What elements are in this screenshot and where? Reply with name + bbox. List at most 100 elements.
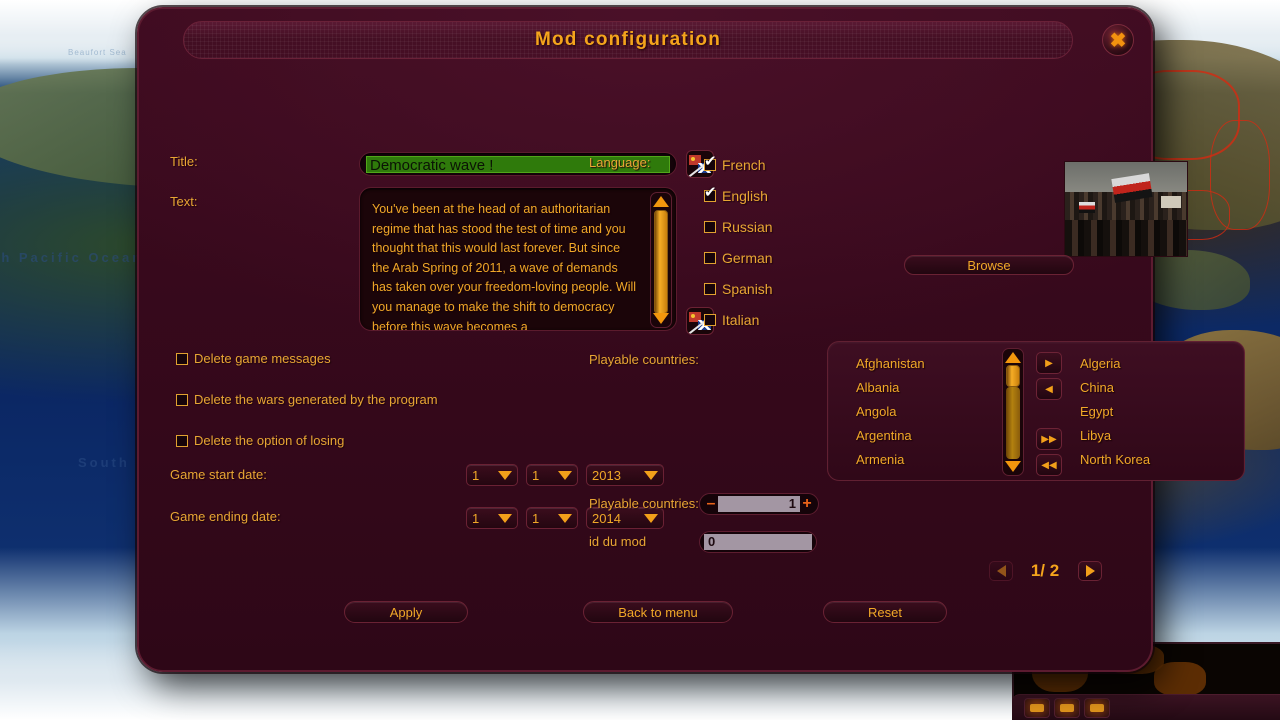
preview-flag-small bbox=[1079, 202, 1095, 213]
language-label-italian: Italian bbox=[722, 311, 760, 328]
start-date-year-select[interactable]: 2013 bbox=[586, 464, 664, 486]
countries-scrollbar[interactable] bbox=[1002, 348, 1024, 476]
chevron-down-icon bbox=[558, 470, 572, 480]
chevron-down-icon bbox=[644, 513, 658, 523]
chevron-down-icon bbox=[644, 470, 658, 480]
list-item[interactable]: North Korea bbox=[1080, 448, 1150, 472]
language-checkbox-french[interactable] bbox=[704, 154, 717, 171]
decrement-button[interactable]: – bbox=[704, 496, 718, 512]
option-checkbox-2[interactable] bbox=[176, 434, 188, 447]
title-field-label: Title: bbox=[170, 154, 198, 169]
mod-image-preview[interactable] bbox=[1064, 161, 1188, 257]
back-to-menu-button-label: Back to menu bbox=[618, 604, 698, 620]
language-label: Language: bbox=[589, 155, 651, 170]
list-item[interactable]: Egypt bbox=[1080, 400, 1150, 424]
arrow-left-icon[interactable]: ◀ bbox=[1036, 378, 1062, 400]
page-indicator: 1/ 2 bbox=[1030, 561, 1060, 580]
countries-scroll-thumb[interactable] bbox=[1006, 365, 1020, 387]
list-item[interactable]: Armenia bbox=[856, 448, 925, 472]
mod-configuration-dialog: Mod configuration ✖ Title: Democratic wa… bbox=[137, 7, 1245, 672]
option-row-0[interactable]: Delete game messages bbox=[176, 351, 438, 366]
language-row-spanish[interactable]: Spanish bbox=[704, 273, 773, 304]
playable-count-label: Playable countries: bbox=[589, 496, 699, 511]
end-date-month-select[interactable]: 1 bbox=[526, 507, 578, 529]
list-item[interactable]: Albania bbox=[856, 376, 925, 400]
hud-icon-economy[interactable] bbox=[1054, 697, 1080, 718]
border-overlay-far-east bbox=[1210, 120, 1270, 230]
list-item[interactable]: Libya bbox=[1080, 424, 1150, 448]
list-item[interactable]: Afghanistan bbox=[856, 352, 925, 376]
countries-scroll-track-fill bbox=[1006, 387, 1020, 459]
option-label-0: Delete game messages bbox=[194, 351, 331, 366]
language-checkbox-russian[interactable] bbox=[704, 220, 716, 233]
start-date-label: Game start date: bbox=[170, 467, 267, 482]
hud-icon-military[interactable] bbox=[1084, 697, 1110, 718]
list-item[interactable]: Algeria bbox=[1080, 352, 1150, 376]
language-label-spanish: Spanish bbox=[722, 280, 773, 297]
page-prev-button[interactable] bbox=[989, 561, 1013, 581]
language-row-italian[interactable]: Italian bbox=[704, 304, 773, 335]
hud-icon-alerts[interactable] bbox=[1024, 697, 1050, 718]
mod-id-value[interactable]: 0 bbox=[704, 534, 812, 550]
text-scroll-thumb[interactable] bbox=[654, 210, 668, 314]
hud-toolbar[interactable] bbox=[1012, 694, 1280, 720]
chevron-down-icon bbox=[498, 513, 512, 523]
language-row-french[interactable]: French bbox=[704, 149, 773, 180]
transfer-buttons: ▶ ◀ ▶▶ ◀◀ bbox=[1036, 352, 1062, 476]
option-checkbox-0[interactable] bbox=[176, 352, 188, 365]
scroll-up-icon[interactable] bbox=[1005, 351, 1021, 364]
start-date-day-select[interactable]: 1 bbox=[466, 464, 518, 486]
page-next-button[interactable] bbox=[1078, 561, 1102, 581]
start-date-month-select[interactable]: 1 bbox=[526, 464, 578, 486]
start-date-month-value: 1 bbox=[532, 467, 540, 483]
language-label-german: German bbox=[722, 249, 773, 266]
mod-id-input[interactable]: 0 bbox=[699, 531, 817, 553]
list-item[interactable]: China bbox=[1080, 376, 1150, 400]
option-row-2[interactable]: Delete the option of losing bbox=[176, 433, 438, 448]
language-label-english: English bbox=[722, 187, 768, 204]
browse-button[interactable]: Browse bbox=[904, 255, 1074, 275]
preview-banner bbox=[1161, 196, 1181, 208]
arrow-right-icon[interactable]: ▶ bbox=[1036, 352, 1062, 374]
language-checkbox-english[interactable] bbox=[704, 185, 717, 202]
text-input-value[interactable]: You've been at the head of an authoritar… bbox=[372, 200, 640, 330]
text-input[interactable]: You've been at the head of an authoritar… bbox=[359, 187, 677, 331]
language-row-german[interactable]: German bbox=[704, 242, 773, 273]
dialog-titlebar: Mod configuration bbox=[183, 21, 1073, 59]
minimap-land-australia bbox=[1154, 662, 1206, 696]
playable-count-value[interactable]: 1 bbox=[718, 496, 800, 512]
reset-button[interactable]: Reset bbox=[823, 601, 947, 623]
language-checkbox-german[interactable] bbox=[704, 251, 716, 264]
start-date-year-value: 2013 bbox=[592, 467, 621, 483]
dialog-title: Mod configuration bbox=[534, 29, 722, 50]
scroll-up-icon[interactable] bbox=[653, 195, 669, 208]
mod-id-label: id du mod bbox=[589, 534, 647, 549]
language-row-english[interactable]: English bbox=[704, 180, 773, 211]
apply-button[interactable]: Apply bbox=[344, 601, 468, 623]
scroll-down-icon[interactable] bbox=[1005, 460, 1021, 473]
language-row-russian[interactable]: Russian bbox=[704, 211, 773, 242]
chevron-down-icon bbox=[498, 470, 512, 480]
double-arrow-right-icon[interactable]: ▶▶ bbox=[1036, 428, 1062, 450]
double-arrow-left-icon[interactable]: ◀◀ bbox=[1036, 454, 1062, 476]
end-date-month-value: 1 bbox=[532, 510, 540, 526]
language-checkbox-spanish[interactable] bbox=[704, 282, 716, 295]
close-icon[interactable]: ✖ bbox=[1102, 24, 1134, 56]
back-to-menu-button[interactable]: Back to menu bbox=[583, 601, 733, 623]
countries-selected-list[interactable]: Algeria China Egypt Libya North Korea bbox=[1080, 352, 1150, 472]
sea-label-beaufort: Beaufort Sea bbox=[68, 48, 127, 57]
list-item[interactable]: Argentina bbox=[856, 424, 925, 448]
option-label-1: Delete the wars generated by the program bbox=[194, 392, 438, 407]
text-field-label: Text: bbox=[170, 194, 198, 209]
language-checkbox-italian[interactable] bbox=[704, 313, 716, 326]
end-date-day-select[interactable]: 1 bbox=[466, 507, 518, 529]
option-row-1[interactable]: Delete the wars generated by the program bbox=[176, 392, 438, 407]
countries-available-list[interactable]: Afghanistan Albania Angola Argentina Arm… bbox=[856, 352, 925, 472]
option-checkbox-1[interactable] bbox=[176, 393, 188, 406]
option-label-2: Delete the option of losing bbox=[194, 433, 345, 448]
playable-count-stepper[interactable]: – 1 + bbox=[699, 493, 819, 515]
increment-button[interactable]: + bbox=[800, 496, 814, 512]
list-item[interactable]: Angola bbox=[856, 400, 925, 424]
text-scrollbar[interactable] bbox=[650, 192, 672, 328]
scroll-down-icon[interactable] bbox=[653, 312, 669, 325]
